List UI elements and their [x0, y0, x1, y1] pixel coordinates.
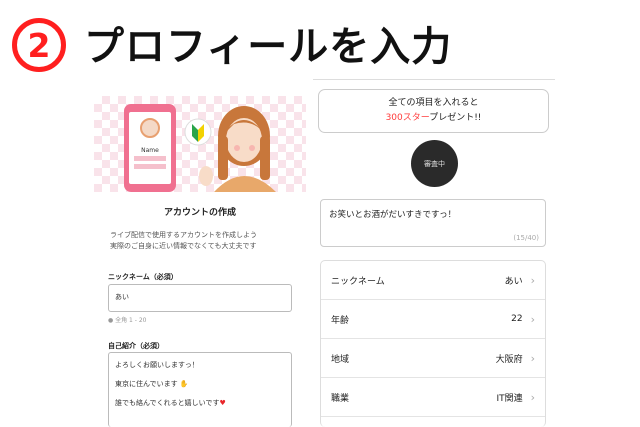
row-value: 大阪府	[495, 354, 523, 365]
profile-row-nickname[interactable]: ニックネーム あい ›	[321, 261, 545, 300]
intro-textarea[interactable]: よろしくお願いしますっ！ 東京に住んでいます ✋ 誰でも絡んでくれると嬉しいです…	[108, 352, 292, 427]
row-value: あい	[504, 276, 523, 287]
profile-row-age[interactable]: 年齢 22 ›	[321, 300, 545, 339]
profile-list: ニックネーム あい › 年齢 22 › 地域 大阪府 › 職業 IT関連 ›	[320, 260, 546, 427]
hands-icon: ✋	[177, 380, 189, 388]
beginner-leaf-icon	[184, 118, 212, 146]
chevron-right-icon: ›	[530, 351, 535, 365]
chevron-right-icon: ›	[530, 390, 535, 404]
chevron-right-icon: ›	[530, 312, 535, 326]
bio-textarea[interactable]: お笑いとお酒がだいすきですっ！ (15/40)	[320, 199, 546, 247]
heart-icon: ♥	[219, 399, 226, 407]
intro-line-3: 誰でも絡んでくれると嬉しいです♥	[115, 399, 226, 407]
account-create-description: ライブ配信で使用するアカウントを作成しよう 実際のご自身に近い情報でなくても大丈…	[110, 231, 257, 250]
avatar-status: 審査中	[424, 159, 445, 168]
profile-row-occupation[interactable]: 職業 IT関連 ›	[321, 378, 545, 417]
row-value: 22	[511, 314, 523, 324]
intro-line-2: 東京に住んでいます ✋	[115, 380, 189, 388]
reward-banner: 全ての項目を入れると 300スタープレゼント!!	[318, 89, 549, 133]
illustration: Name	[124, 104, 276, 192]
chevron-right-icon: ›	[530, 273, 535, 287]
row-label: 職業	[331, 393, 350, 404]
banner-line2: 300スタープレゼント!!	[385, 113, 482, 123]
avatar[interactable]: 審査中	[411, 140, 458, 187]
phone-name-label: Name	[141, 147, 159, 154]
bio-text: お笑いとお酒がだいすきですっ！	[329, 210, 457, 220]
banner-line1: 全ての項目を入れると	[388, 98, 479, 108]
bio-counter: (15/40)	[513, 234, 539, 242]
row-label: 地域	[331, 354, 350, 365]
nickname-label: ニックネーム（必須）	[108, 273, 178, 281]
divider	[313, 79, 555, 80]
step-number: 2	[27, 25, 51, 65]
row-value: IT関連	[496, 393, 523, 404]
profile-row-region[interactable]: 地域 大阪府 ›	[321, 339, 545, 378]
row-label: ニックネーム	[331, 276, 385, 287]
row-label: 年齢	[331, 315, 350, 326]
nickname-hint: ● 全角 1 - 20	[108, 317, 147, 324]
illustration-banner: Name	[94, 96, 306, 192]
account-create-title: アカウントの作成	[163, 208, 236, 218]
step-number-badge: 2	[12, 18, 66, 72]
intro-label: 自己紹介（必須）	[108, 342, 164, 350]
nickname-input[interactable]: あい	[108, 284, 292, 312]
page-heading: プロフィールを入力	[84, 24, 453, 70]
intro-line-1: よろしくお願いしますっ！	[115, 361, 199, 369]
